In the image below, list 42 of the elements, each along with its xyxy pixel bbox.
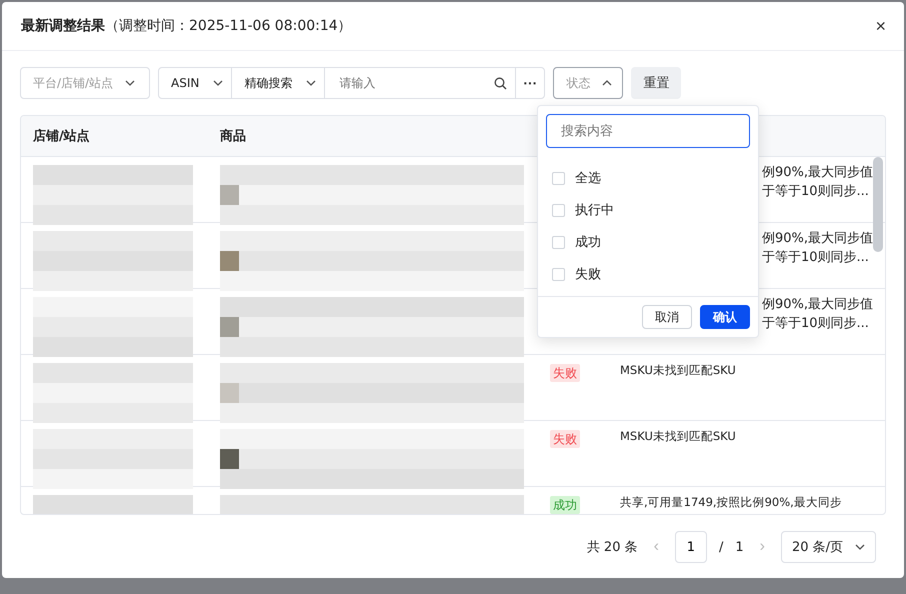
page-separator: /: [718, 540, 724, 554]
cancel-button[interactable]: 取消: [642, 305, 692, 329]
status-tag: 成功: [550, 496, 580, 514]
search-field[interactable]: 请输入: [325, 68, 516, 98]
adjust-time: （调整时间：2025-11-06 08:00:14）: [105, 17, 353, 35]
status-tag: 失败: [550, 364, 580, 382]
result-text: MSKU未找到匹配SKU: [619, 362, 736, 379]
result-text: 例90%,最大同步值 于等于10则同步...: [762, 296, 874, 333]
scrollbar[interactable]: [873, 157, 883, 252]
chevron-icon: [306, 80, 316, 86]
status-option[interactable]: 失败: [538, 258, 758, 290]
checkbox[interactable]: [552, 172, 565, 184]
column-header: 商品: [219, 128, 247, 145]
reset-button[interactable]: 重置: [631, 67, 682, 99]
column-header: 店铺/站点: [32, 128, 91, 145]
result-text: 共享,可用量1749,按照比例90%,最大同步: [619, 494, 842, 511]
checkbox[interactable]: [552, 236, 565, 248]
result-text: 例90%,最大同步值 于等于10则同步...: [762, 230, 874, 267]
status-option[interactable]: 执行中: [538, 194, 758, 226]
chevron-icon: [602, 80, 612, 86]
confirm-button[interactable]: 确认: [700, 305, 750, 329]
checkbox[interactable]: [552, 204, 565, 216]
total-count: 共 20 条: [586, 539, 638, 556]
chevron-icon: [855, 544, 865, 550]
status-option[interactable]: 成功: [538, 226, 758, 258]
more-button[interactable]: ···: [516, 68, 544, 98]
menu-search-field[interactable]: 搜索内容: [546, 114, 750, 148]
page-size-select[interactable]: 20 条/页: [780, 531, 876, 563]
dialog-title: 最新调整结果: [21, 17, 105, 35]
status-tag: 失败: [550, 430, 580, 448]
checkbox[interactable]: [552, 268, 565, 280]
field-select[interactable]: ASIN: [159, 68, 232, 98]
page-count: 1: [735, 540, 744, 554]
chevron-icon: [213, 80, 224, 86]
close-button[interactable]: ×: [875, 16, 886, 36]
status-option[interactable]: 全选: [538, 162, 758, 194]
result-text: 例90%,最大同步值 于等于10则同步...: [762, 164, 874, 201]
page-input[interactable]: 1: [674, 531, 707, 563]
chevron-icon: [125, 80, 136, 86]
mode-select[interactable]: 精确搜索: [232, 68, 326, 98]
result-text: MSKU未找到匹配SKU: [619, 428, 736, 445]
search-icon: [494, 76, 508, 90]
